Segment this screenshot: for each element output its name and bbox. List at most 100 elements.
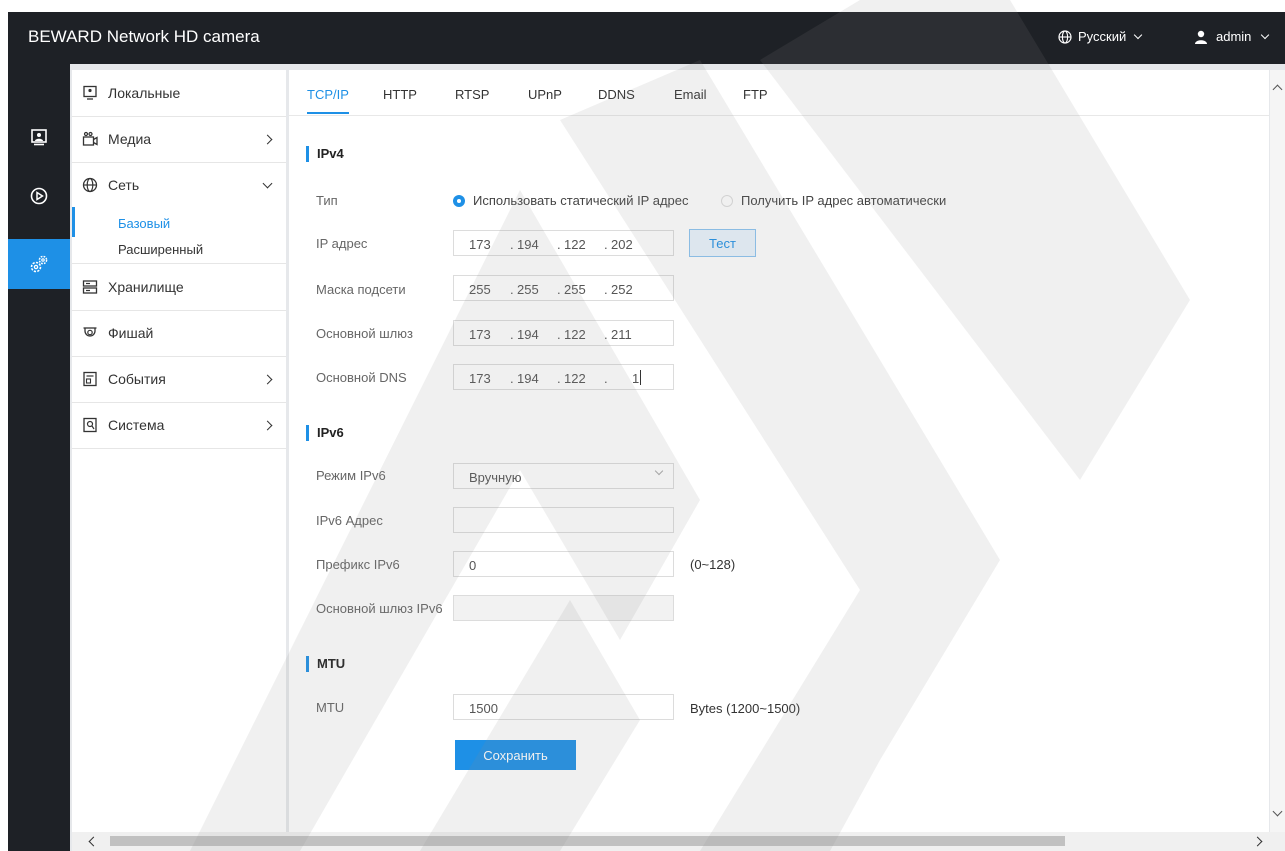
horizontal-scrollbar[interactable]: [72, 832, 1285, 851]
tab-ddns[interactable]: DDNS: [598, 87, 635, 102]
ipv6-prefix-hint: (0~128): [690, 557, 736, 572]
chevron-down-icon: [654, 466, 664, 476]
radio-unchecked-icon: [721, 194, 733, 207]
chevron-down-icon: [1261, 30, 1270, 40]
sidebar-subitem-label: Расширенный: [118, 242, 204, 257]
play-circle-icon: [30, 187, 48, 205]
ip-dot: .: [510, 237, 514, 252]
chevron-right-icon: [262, 374, 273, 384]
section-mtu: MTU: [306, 656, 345, 672]
type-label: Тип: [316, 193, 338, 208]
sidebar-item-events[interactable]: События: [72, 356, 286, 403]
network-settings-panel: TCP/IP HTTP RTSP UPnP DDNS Email FTP IPv…: [289, 70, 1269, 832]
scroll-up-icon[interactable]: [1272, 84, 1283, 95]
scroll-left-icon[interactable]: [88, 836, 99, 847]
camera-icon: [82, 131, 98, 146]
ip-octet: 122: [564, 327, 586, 342]
monitor-local-icon: [83, 85, 97, 100]
ip-octet: 173: [469, 327, 491, 342]
chevron-right-icon: [262, 134, 273, 144]
ipv6-prefix-input[interactable]: 0: [453, 551, 674, 577]
rail-live-view[interactable]: [8, 112, 70, 162]
subnet-mask-input[interactable]: 255 . 255 . 255 . 252: [453, 275, 674, 301]
ip-dot: .: [557, 237, 561, 252]
user-menu[interactable]: admin: [1194, 29, 1270, 44]
test-button[interactable]: Тест: [689, 229, 756, 257]
section-ipv4: IPv4: [306, 146, 344, 162]
sidebar-item-label: Сеть: [108, 177, 140, 193]
tab-email[interactable]: Email: [674, 87, 707, 102]
ip-octet: 202: [611, 237, 633, 252]
sidebar-item-label: События: [108, 371, 166, 387]
ip-dot: .: [604, 237, 608, 252]
ip-address-input[interactable]: 173 . 194 . 122 . 202: [453, 230, 674, 256]
sidebar-item-label: Система: [108, 417, 165, 433]
tab-rtsp[interactable]: RTSP: [455, 87, 489, 102]
ip-dot: .: [510, 282, 514, 297]
sidebar-subitem-label: Базовый: [118, 216, 171, 231]
scroll-right-icon[interactable]: [1252, 836, 1263, 847]
radio-static-ip[interactable]: Использовать статический IP адрес: [453, 193, 689, 208]
chevron-down-icon: [262, 178, 273, 188]
left-rail: [8, 64, 70, 851]
ip-octet: 255: [564, 282, 586, 297]
rail-settings[interactable]: [8, 239, 70, 289]
radio-dhcp-label: Получить IP адрес автоматически: [741, 193, 947, 208]
save-button[interactable]: Сохранить: [455, 740, 576, 770]
sidebar-item-network[interactable]: Сеть: [72, 162, 286, 208]
globe-icon: [82, 177, 98, 193]
dns-input[interactable]: 173 . 194 . 122 . 1: [453, 364, 674, 390]
ip-octet: 194: [517, 237, 539, 252]
sidebar-subitem-basic[interactable]: Базовый: [72, 207, 286, 237]
sidebar-item-local[interactable]: Локальные: [72, 70, 286, 117]
sidebar-item-label: Локальные: [108, 85, 181, 101]
user-icon: [1195, 30, 1207, 44]
dns-label: Основной DNS: [316, 370, 407, 385]
radio-static-label: Использовать статический IP адрес: [473, 193, 689, 208]
sidebar-item-label: Фишай: [108, 325, 154, 341]
settings-sidebar: Локальные Медиа Сеть Базовый Расширенный…: [72, 70, 286, 832]
ip-dot: .: [557, 282, 561, 297]
ipv6-prefix-label: Префикс IPv6: [316, 557, 400, 572]
tab-tcpip[interactable]: TCP/IP: [307, 87, 349, 114]
ipv6-mode-label: Режим IPv6: [316, 468, 386, 483]
radio-checked-icon: [453, 194, 465, 207]
ipv6-address-input[interactable]: [453, 507, 674, 533]
ip-dot: .: [510, 371, 514, 386]
top-bar: BEWARD Network HD camera Русский admin: [8, 12, 1285, 64]
ip-octet: 194: [517, 371, 539, 386]
vertical-scrollbar[interactable]: [1270, 70, 1285, 832]
ip-octet: 122: [564, 237, 586, 252]
ipv6-gateway-input[interactable]: [453, 595, 674, 621]
radio-dhcp[interactable]: Получить IP адрес автоматически: [721, 193, 946, 208]
language-selector[interactable]: Русский: [1058, 29, 1143, 44]
sidebar-item-label: Хранилище: [108, 279, 184, 295]
gears-icon: [30, 255, 48, 273]
mtu-hint: Bytes (1200~1500): [690, 701, 801, 716]
rail-playback[interactable]: [8, 171, 70, 221]
sidebar-item-label: Медиа: [108, 131, 152, 147]
ipv6-mode-value: Вручную: [469, 470, 522, 485]
ip-octet: 255: [469, 282, 491, 297]
user-name: admin: [1216, 29, 1252, 44]
gateway-input[interactable]: 173 . 194 . 122 . 211: [453, 320, 674, 346]
scrollbar-thumb[interactable]: [110, 836, 1065, 846]
text-cursor: [640, 370, 641, 385]
tab-http[interactable]: HTTP: [383, 87, 417, 102]
mtu-label: MTU: [316, 700, 345, 715]
app-title: BEWARD Network HD camera: [28, 27, 260, 46]
sidebar-item-storage[interactable]: Хранилище: [72, 264, 286, 311]
ip-octet: 252: [611, 282, 633, 297]
ip-octet: 1: [632, 371, 640, 386]
sidebar-item-system[interactable]: Система: [72, 402, 286, 449]
subnet-mask-label: Маска подсети: [316, 282, 406, 297]
tab-ftp[interactable]: FTP: [743, 87, 768, 102]
storage-icon: [82, 280, 98, 294]
mtu-input[interactable]: 1500: [453, 694, 674, 720]
sidebar-subitem-advanced[interactable]: Расширенный: [72, 237, 286, 263]
scroll-down-icon[interactable]: [1272, 806, 1283, 817]
ipv6-mode-select[interactable]: Вручную: [453, 463, 674, 489]
sidebar-item-media[interactable]: Медиа: [72, 116, 286, 163]
tab-upnp[interactable]: UPnP: [528, 87, 562, 102]
sidebar-item-fisheye[interactable]: Фишай: [72, 310, 286, 357]
